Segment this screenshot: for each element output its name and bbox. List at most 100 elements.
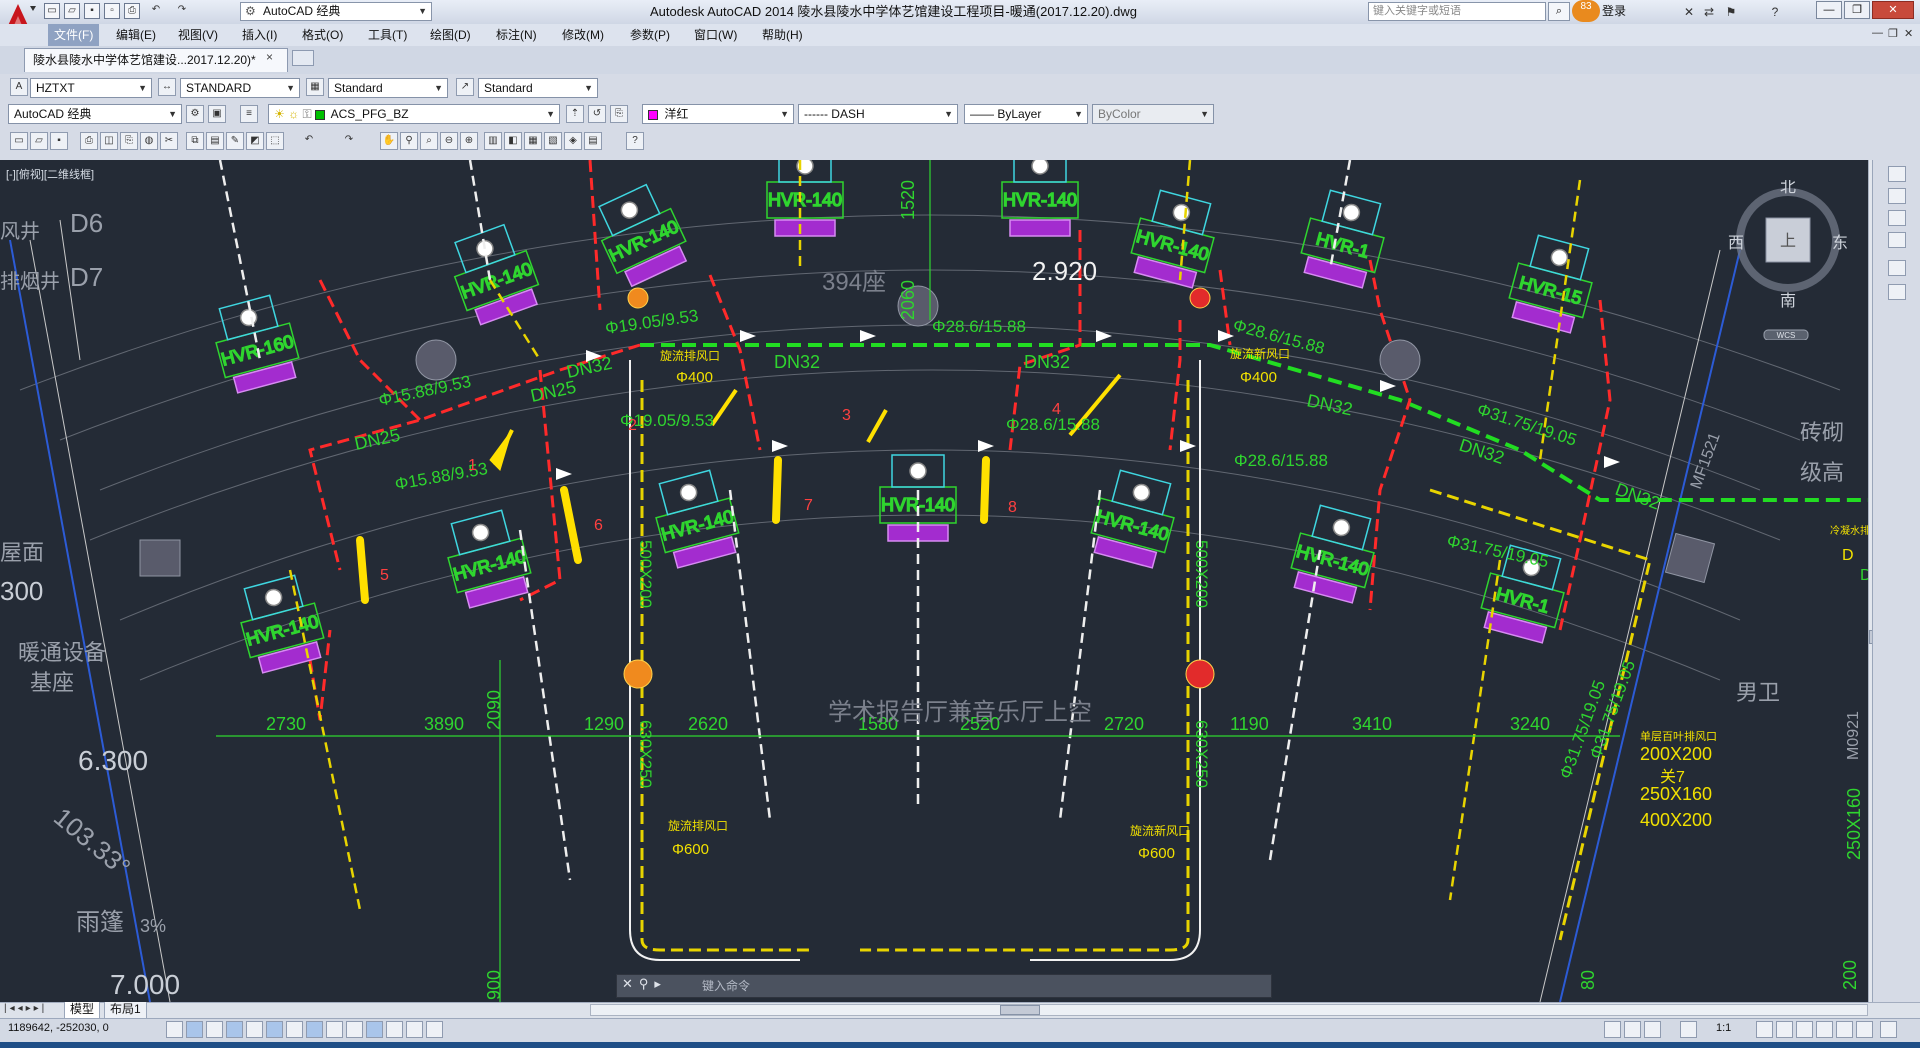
quick-properties-icon[interactable] — [406, 1021, 423, 1038]
isolate-objects-icon[interactable] — [1836, 1021, 1853, 1038]
dim-style-select[interactable]: STANDARD ▼ — [180, 78, 300, 98]
ac-unit[interactable]: HVR-140 — [588, 180, 693, 290]
workspace-select[interactable]: ⚙ AutoCAD 经典 ▼ — [240, 2, 432, 21]
viewcube[interactable]: 上 北 南 东 西 WCS — [1728, 178, 1848, 341]
compass-west[interactable]: 西 — [1728, 235, 1744, 252]
tool-palettes-icon[interactable]: ▦ — [524, 132, 542, 150]
menu-edit[interactable]: 编辑(E) — [110, 24, 162, 46]
bring-above-icon[interactable] — [1888, 232, 1906, 248]
bring-front-icon[interactable] — [1888, 188, 1906, 204]
annotation-scale-icon[interactable] — [1680, 1021, 1697, 1038]
lineweight-select[interactable]: —— ByLayer ▼ — [964, 104, 1088, 124]
block-editor-icon[interactable]: ◩ — [246, 132, 264, 150]
make-current-layer-icon[interactable]: ⇡ — [566, 105, 584, 123]
layer-manager-icon[interactable]: ≡ — [240, 105, 258, 123]
new-file-icon[interactable]: ▭ — [44, 3, 60, 19]
clean-screen-icon[interactable] — [1880, 1021, 1897, 1038]
ac-unit[interactable]: HVR-140 — [444, 221, 545, 328]
new-icon[interactable]: ▭ — [10, 132, 28, 150]
snap-mode-icon[interactable] — [186, 1021, 203, 1038]
ac-unit[interactable]: HVR-140 — [1001, 160, 1079, 237]
infer-constraints-icon[interactable] — [166, 1021, 183, 1038]
ortho-mode-icon[interactable] — [226, 1021, 243, 1038]
close-x-icon[interactable]: ✕ — [1680, 3, 1698, 21]
doc-minimize-icon[interactable]: — — [1872, 27, 1883, 39]
table-style-select[interactable]: Standard ▼ — [328, 78, 448, 98]
save-icon[interactable]: ▪ — [50, 132, 68, 150]
viewport-controls[interactable]: [-][俯视][二维线框] — [6, 166, 94, 182]
plot-style-select[interactable]: ByColor ▼ — [1092, 104, 1214, 124]
login-link[interactable]: 登录 — [1602, 0, 1626, 24]
dynamic-input-icon[interactable] — [346, 1021, 363, 1038]
table-style-icon[interactable]: ▦ — [306, 78, 324, 96]
zoom-realtime-icon[interactable]: ⚲ — [400, 132, 418, 150]
drawing-canvas[interactable]: HVR-160 HVR-140 HVR-140 HVR-140 HVR-140 HVR-1… — [0, 160, 1872, 1002]
exchange-icon[interactable]: ⇄ — [1700, 3, 1718, 21]
pan-icon[interactable]: ✋ — [380, 132, 398, 150]
text-style-select[interactable]: HZTXT ▼ — [30, 78, 152, 98]
redo-icon[interactable]: ↷ — [340, 132, 358, 150]
workspace-combo[interactable]: AutoCAD 经典 ▼ — [8, 104, 182, 124]
color-select[interactable]: 洋红 ▼ — [642, 104, 794, 124]
search-input[interactable]: 键入关键字或短语 — [1368, 2, 1546, 21]
menu-draw[interactable]: 绘图(D) — [424, 24, 477, 46]
text-front-icon[interactable] — [1888, 284, 1906, 300]
menu-format[interactable]: 格式(O) — [296, 24, 349, 46]
coordinate-readout[interactable]: 1189642, -252030, 0 — [8, 1022, 109, 1034]
properties-icon[interactable]: ▥ — [484, 132, 502, 150]
menu-view[interactable]: 视图(V) — [172, 24, 224, 46]
layer-select[interactable]: ☀ ☼ ⚿ ACS_PFG_BZ ▼ — [268, 104, 560, 124]
ac-unit[interactable]: HVR-1 — [1297, 187, 1393, 290]
close-button[interactable]: ✕ — [1872, 1, 1914, 19]
ac-unit[interactable]: HVR-140 — [1127, 187, 1223, 290]
dim-style-icon[interactable]: ↔ — [158, 78, 176, 96]
zoom-previous-icon[interactable]: ⊖ — [440, 132, 458, 150]
copy-icon[interactable]: ⧉ — [186, 132, 204, 150]
open-file-icon[interactable]: ▱ — [64, 3, 80, 19]
cut-icon[interactable]: ✂ — [160, 132, 178, 150]
annotation-scale-label[interactable]: 1:1 — [1716, 1022, 1731, 1034]
menu-tools[interactable]: 工具(T) — [362, 24, 413, 46]
draw-order-icon[interactable] — [1888, 166, 1906, 182]
ac-unit[interactable]: HVR-140 — [1287, 502, 1383, 605]
send-back-icon[interactable] — [1888, 210, 1906, 226]
selection-cycling-icon[interactable] — [426, 1021, 443, 1038]
calculator-icon[interactable]: ▤ — [584, 132, 602, 150]
design-center-icon[interactable]: ◧ — [504, 132, 522, 150]
menu-file[interactable]: 文件(F) — [48, 24, 100, 46]
doc-restore-icon[interactable]: ❐ — [1888, 27, 1898, 40]
print-icon[interactable]: ⎙ — [124, 3, 140, 19]
menu-insert[interactable]: 插入(I) — [236, 24, 283, 46]
menu-modify[interactable]: 修改(M) — [556, 24, 610, 46]
ac-unit[interactable]: HVR-160 — [208, 292, 304, 395]
markup-icon[interactable]: ◈ — [564, 132, 582, 150]
save-icon[interactable]: ▪ — [84, 3, 100, 19]
annotation-visibility-icon[interactable] — [1756, 1021, 1773, 1038]
layout-nav-arrows[interactable]: |◂◂▸▸| — [4, 1003, 47, 1014]
text-style-icon[interactable]: A — [10, 78, 28, 96]
grid-display-icon[interactable] — [206, 1021, 223, 1038]
quick-view-layouts-icon[interactable] — [1624, 1021, 1641, 1038]
command-input[interactable]: 键入命令 — [702, 977, 1262, 995]
lineweight-icon[interactable] — [366, 1021, 383, 1038]
layer-state-icon[interactable]: ⎘ — [610, 105, 628, 123]
close-icon[interactable]: × — [266, 50, 273, 64]
menu-help[interactable]: 帮助(H) — [756, 24, 809, 46]
multileader-style-icon[interactable]: ↗ — [456, 78, 474, 96]
ac-unit[interactable]: HVR-140 — [648, 467, 744, 570]
maximize-button[interactable]: ❐ — [1844, 1, 1870, 19]
block-insert-icon[interactable]: ⬚ — [266, 132, 284, 150]
ac-unit[interactable]: HVR-140 — [233, 572, 329, 675]
send-under-icon[interactable] — [1888, 260, 1906, 276]
zoom-window-icon[interactable]: ⌕ — [420, 132, 438, 150]
undo-icon[interactable]: ↶ — [148, 3, 164, 19]
new-tab-button[interactable] — [292, 50, 314, 66]
help-icon[interactable]: ? — [626, 132, 644, 150]
doc-close-icon[interactable]: ✕ — [1904, 27, 1913, 40]
paste-icon[interactable]: ▤ — [206, 132, 224, 150]
zoom-extents-icon[interactable]: ⊕ — [460, 132, 478, 150]
compass-north[interactable]: 北 — [1780, 178, 1796, 196]
tab-model[interactable]: 模型 — [64, 1002, 101, 1019]
save-as-icon[interactable]: ▫ — [104, 3, 120, 19]
binoculars-icon[interactable]: ⌕ — [1548, 2, 1570, 21]
